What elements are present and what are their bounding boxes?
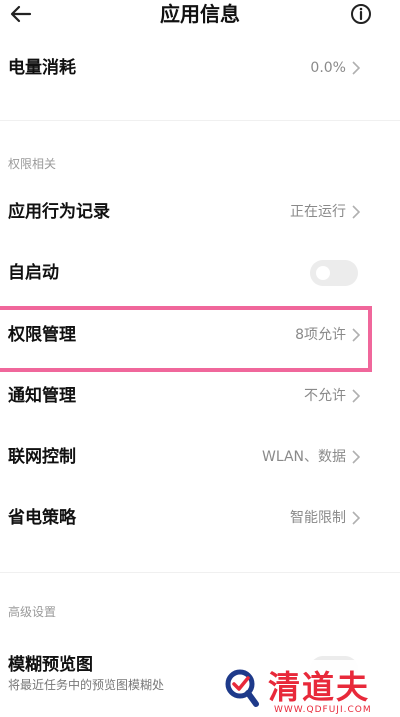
app-behavior-record-row[interactable]: 应用行为记录 正在运行 [0, 188, 400, 236]
permission-management-row[interactable]: 权限管理 8项允许 [0, 311, 400, 359]
power-saving-row[interactable]: 省电策略 智能限制 [0, 494, 400, 542]
watermark: 清道夫 WWW.QDFUJI.COM [212, 660, 400, 717]
autostart-toggle[interactable] [310, 260, 358, 286]
battery-usage-label: 电量消耗 [8, 58, 76, 78]
chevron-right-icon [352, 61, 360, 75]
back-button[interactable] [8, 2, 34, 26]
power-saving-label: 省电策略 [8, 508, 76, 528]
chevron-right-icon [352, 205, 360, 219]
app-behavior-record-label: 应用行为记录 [8, 202, 110, 222]
network-control-row[interactable]: 联网控制 WLAN、数据 [0, 433, 400, 481]
watermark-url: WWW.QDFUJI.COM [274, 705, 372, 715]
notification-management-row[interactable]: 通知管理 不允许 [0, 372, 400, 420]
arrow-left-icon [10, 5, 32, 23]
permission-management-label: 权限管理 [8, 325, 76, 345]
chevron-right-icon [352, 389, 360, 403]
section-divider [0, 120, 400, 121]
autostart-label: 自启动 [8, 263, 59, 283]
toggle-knob [316, 266, 330, 280]
permissions-section-title: 权限相关 [8, 157, 57, 171]
chevron-right-icon [352, 450, 360, 464]
section-divider [0, 572, 400, 573]
power-saving-value: 智能限制 [290, 510, 346, 526]
info-circle-icon [351, 4, 371, 24]
battery-usage-value: 0.0% [310, 60, 346, 76]
magnifier-logo-icon [225, 669, 259, 707]
network-control-label: 联网控制 [8, 447, 76, 467]
app-info-page: 应用信息 电量消耗 0.0% 权限相关 应用行为记录 正在运行 自启动 权限管理… [0, 0, 400, 717]
advanced-section-title: 高级设置 [8, 605, 57, 619]
network-control-value: WLAN、数据 [261, 449, 346, 465]
blur-preview-label: 模糊预览图 [8, 655, 93, 675]
watermark-text: 清道夫 [268, 668, 371, 706]
header: 应用信息 [0, 0, 400, 30]
notification-management-value: 不允许 [304, 388, 346, 404]
blur-preview-description: 将最近任务中的预览图模糊处 [8, 678, 165, 692]
chevron-right-icon [352, 511, 360, 525]
battery-usage-row[interactable]: 电量消耗 0.0% [0, 44, 400, 92]
page-title: 应用信息 [160, 2, 240, 26]
chevron-right-icon [352, 328, 360, 342]
app-behavior-record-value: 正在运行 [290, 204, 346, 220]
notification-management-label: 通知管理 [8, 386, 76, 406]
permission-management-value: 8项允许 [295, 327, 346, 343]
info-button[interactable] [350, 3, 372, 25]
